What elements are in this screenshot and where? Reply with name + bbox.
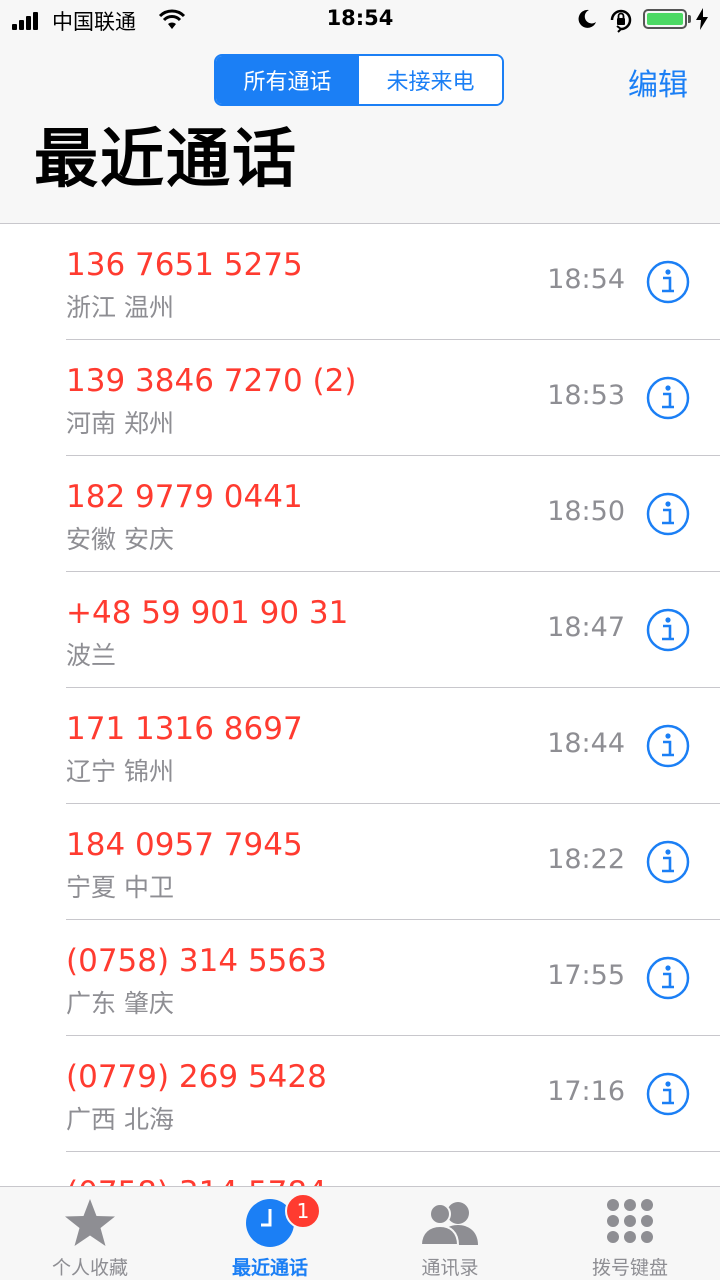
info-icon[interactable] bbox=[646, 724, 690, 768]
call-number: 136 7651 5275 bbox=[66, 247, 303, 283]
call-time: 17:55 bbox=[547, 960, 625, 991]
call-row[interactable]: +48 59 901 90 31 波兰 18:47 bbox=[0, 572, 720, 688]
call-number: (0758) 314 5784 bbox=[66, 1175, 327, 1186]
call-time: 18:47 bbox=[547, 612, 625, 643]
call-row[interactable]: 136 7651 5275 浙江 温州 18:54 bbox=[0, 224, 720, 340]
missed-calls-badge: 1 bbox=[285, 1193, 321, 1229]
call-location: 安徽 安庆 bbox=[66, 525, 174, 554]
call-row[interactable]: 171 1316 8697 辽宁 锦州 18:44 bbox=[0, 688, 720, 804]
status-bar: 中国联通 18:54 bbox=[0, 0, 720, 40]
battery-icon bbox=[643, 9, 687, 29]
call-number: 184 0957 7945 bbox=[66, 827, 303, 863]
tab-favorites[interactable]: 个人收藏 bbox=[0, 1187, 180, 1281]
star-icon bbox=[65, 1199, 115, 1246]
tab-label: 最近通话 bbox=[231, 1257, 308, 1279]
battery-cap bbox=[688, 15, 691, 23]
call-number: +48 59 901 90 31 bbox=[66, 595, 349, 631]
page-title: 最近通话 bbox=[34, 123, 298, 197]
tab-keypad[interactable]: 拨号键盘 bbox=[540, 1187, 720, 1281]
contacts-icon bbox=[419, 1202, 478, 1246]
call-number: 182 9779 0441 bbox=[66, 479, 303, 515]
call-number: (0758) 314 5563 bbox=[66, 943, 327, 979]
call-location: 广西 北海 bbox=[66, 1105, 174, 1134]
call-time: 18:53 bbox=[547, 380, 625, 411]
info-icon[interactable] bbox=[646, 1072, 690, 1116]
info-icon[interactable] bbox=[646, 840, 690, 884]
header: 所有通话 未接来电 编辑 最近通话 bbox=[0, 40, 720, 224]
segment-missed-calls[interactable]: 未接来电 bbox=[359, 56, 502, 104]
call-time: 18:22 bbox=[547, 844, 625, 875]
call-location: 波兰 bbox=[66, 641, 117, 670]
call-filter-segmented-control: 所有通话 未接来电 bbox=[214, 54, 504, 106]
tab-label: 拨号键盘 bbox=[591, 1257, 668, 1279]
call-number: 139 3846 7270 (2) bbox=[66, 363, 357, 399]
info-icon[interactable] bbox=[646, 260, 690, 304]
edit-button[interactable]: 编辑 bbox=[628, 60, 688, 104]
tab-recents[interactable]: 1 最近通话 bbox=[180, 1187, 360, 1281]
call-row[interactable]: 139 3846 7270 (2) 河南 郑州 18:53 bbox=[0, 340, 720, 456]
call-location: 河南 郑州 bbox=[66, 409, 174, 438]
call-row[interactable]: (0758) 314 5563 广东 肇庆 17:55 bbox=[0, 920, 720, 1036]
call-location: 辽宁 锦州 bbox=[66, 757, 174, 786]
tab-bar: 个人收藏 1 最近通话 通讯录 拨号键盘 bbox=[0, 1186, 720, 1280]
tab-label: 通讯录 bbox=[421, 1257, 479, 1279]
segment-all-calls[interactable]: 所有通话 bbox=[216, 56, 359, 104]
call-row[interactable]: (0758) 314 5784 bbox=[0, 1152, 720, 1186]
call-location: 宁夏 中卫 bbox=[66, 873, 174, 902]
call-time: 18:44 bbox=[547, 728, 625, 759]
info-icon[interactable] bbox=[646, 608, 690, 652]
call-row[interactable]: (0779) 269 5428 广西 北海 17:16 bbox=[0, 1036, 720, 1152]
recent-calls-list: 136 7651 5275 浙江 温州 18:54 139 3846 7270 … bbox=[0, 224, 720, 1186]
charging-icon bbox=[696, 8, 708, 30]
call-row[interactable]: 184 0957 7945 宁夏 中卫 18:22 bbox=[0, 804, 720, 920]
info-icon[interactable] bbox=[646, 492, 690, 536]
call-time: 18:50 bbox=[547, 496, 625, 527]
call-row[interactable]: 182 9779 0441 安徽 安庆 18:50 bbox=[0, 456, 720, 572]
tab-label: 个人收藏 bbox=[51, 1257, 128, 1279]
call-number: (0779) 269 5428 bbox=[66, 1059, 327, 1095]
call-location: 浙江 温州 bbox=[66, 293, 174, 322]
tab-contacts[interactable]: 通讯录 bbox=[360, 1187, 540, 1281]
rotation-lock-icon bbox=[610, 9, 632, 33]
call-number: 171 1316 8697 bbox=[66, 711, 303, 747]
call-time: 18:54 bbox=[547, 264, 625, 295]
call-location: 广东 肇庆 bbox=[66, 989, 174, 1018]
do-not-disturb-icon bbox=[578, 9, 596, 28]
info-icon[interactable] bbox=[646, 956, 690, 1000]
info-icon[interactable] bbox=[646, 376, 690, 420]
call-time: 17:16 bbox=[547, 1076, 625, 1107]
keypad-icon bbox=[607, 1199, 653, 1243]
